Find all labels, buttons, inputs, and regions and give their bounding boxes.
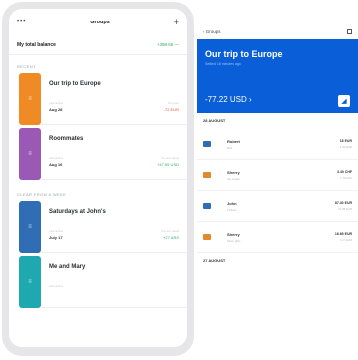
group-date: Aug 28 bbox=[49, 107, 63, 112]
group-name: Saturdays at John's bbox=[49, 209, 106, 215]
group-info: Me and Mary Last active bbox=[41, 256, 187, 308]
group-date-caption: Last active bbox=[49, 156, 64, 160]
group-item[interactable]: ≡ Saturdays at John's Last active July 1… bbox=[9, 201, 187, 253]
group-info: Saturdays at John's Last active July 17 … bbox=[41, 201, 187, 253]
expense-details: Robert Bus bbox=[227, 139, 340, 150]
group-date-caption: Last active bbox=[49, 101, 64, 105]
group-date-block: Last active Aug 28 bbox=[49, 101, 63, 112]
app-showcase: ••• Groups + My total balance +398.56 — … bbox=[0, 0, 358, 360]
expense-category-icon bbox=[203, 172, 211, 178]
group-meta: Last active Aug 28 You owe -72 EUR bbox=[49, 101, 179, 112]
group-value-caption: You owe bbox=[167, 101, 179, 105]
expense-amounts: 87.40 EUR 21.85 EUR bbox=[335, 201, 352, 211]
more-menu-icon[interactable]: ••• bbox=[17, 19, 26, 25]
group-date-block: Last active July 17 bbox=[49, 229, 63, 240]
group-hero-card: Our trip to Europe Settled 18 minutes ag… bbox=[197, 39, 358, 113]
group-item[interactable]: ≡ Roommates Last active Aug 16 You are o… bbox=[9, 128, 187, 180]
section-header-recent: RECENT bbox=[17, 64, 36, 69]
group-subtitle: Settled 18 minutes ago bbox=[205, 62, 241, 66]
expense-share: 1.70 CHF bbox=[340, 176, 352, 180]
group-value-block: You are owed +27 ARS bbox=[161, 229, 179, 240]
detail-topbar: ‹ Groups bbox=[197, 24, 358, 39]
group-info: Roommates Last active Aug 16 You are owe… bbox=[41, 128, 187, 180]
add-group-icon[interactable]: + bbox=[174, 17, 179, 27]
group-meta: Last active bbox=[49, 284, 179, 288]
expense-amounts: 18 EUR 1.50 EUR bbox=[340, 139, 352, 149]
group-color-badge: ≡ bbox=[19, 128, 41, 180]
expense-amount: 3.40 CHF bbox=[337, 170, 352, 174]
section-header-cleared: CLEAR FROM A WEEK bbox=[17, 192, 67, 197]
expense-row[interactable]: Sherry Tasty gifts 16.69 EUR 4.17 EUR bbox=[197, 222, 358, 253]
total-balance-row[interactable]: My total balance +398.56 — bbox=[9, 35, 187, 55]
expense-amount: 18 EUR bbox=[339, 139, 352, 143]
group-date-caption: Last active bbox=[49, 284, 64, 288]
group-date: July 17 bbox=[49, 235, 63, 240]
expense-description: Ice cream bbox=[227, 176, 241, 181]
group-value-block: You are owed +47.95 USD bbox=[157, 156, 179, 167]
group-color-badge: ≡ bbox=[19, 256, 41, 308]
total-balance-label: My total balance bbox=[17, 41, 56, 48]
expense-amounts: 3.40 CHF 1.70 CHF bbox=[337, 170, 352, 180]
expense-description: Tickets bbox=[227, 207, 237, 212]
expense-row[interactable]: John Tickets 87.40 EUR 21.85 EUR bbox=[197, 191, 358, 222]
groups-topbar: ••• Groups + bbox=[9, 9, 187, 35]
group-meta: Last active Aug 16 You are owed +47.95 U… bbox=[49, 156, 179, 167]
group-name: Our trip to Europe bbox=[49, 81, 101, 87]
group-date: Aug 16 bbox=[49, 162, 63, 167]
chart-icon[interactable]: ◢ bbox=[338, 95, 350, 107]
expense-payer: Robert bbox=[227, 138, 240, 144]
group-item[interactable]: ≡ Me and Mary Last active bbox=[9, 256, 187, 308]
expense-share: 21.85 EUR bbox=[338, 207, 352, 211]
expense-share: 4.17 EUR bbox=[339, 238, 352, 242]
date-header: 28 AUGUST bbox=[203, 118, 226, 123]
expense-amounts: 16.69 EUR 4.17 EUR bbox=[335, 232, 352, 242]
total-balance-amount: +398.56 — bbox=[156, 42, 179, 47]
group-value-caption: You are owed bbox=[160, 156, 179, 160]
group-value-block: You owe -72 EUR bbox=[164, 101, 179, 112]
expense-payer: John bbox=[227, 200, 237, 206]
expense-details: Sherry Tasty gifts bbox=[227, 232, 335, 243]
group-detail-screen: ‹ Groups Our trip to Europe Settled 18 m… bbox=[197, 24, 358, 360]
group-balance: -72 EUR bbox=[163, 107, 179, 112]
speaker-slot bbox=[65, 18, 131, 21]
expense-share: 1.50 EUR bbox=[339, 145, 352, 149]
group-date-caption: Last active bbox=[49, 229, 64, 233]
expense-amount: 16.69 EUR bbox=[334, 232, 352, 236]
group-balance: +47.95 USD bbox=[157, 162, 179, 167]
expense-amount: 87.40 EUR bbox=[334, 201, 352, 205]
group-balance: +27 ARS bbox=[163, 235, 179, 240]
expense-description: Bus bbox=[227, 145, 233, 150]
group-name: Roommates bbox=[49, 136, 84, 142]
expense-details: John Tickets bbox=[227, 201, 335, 212]
settings-icon[interactable] bbox=[347, 29, 352, 34]
group-balance-link[interactable]: -77.22 USD › bbox=[205, 95, 252, 104]
expense-category-icon bbox=[203, 141, 211, 147]
group-color-badge: ≡ bbox=[19, 73, 41, 125]
expense-payer: Sherry bbox=[227, 231, 240, 237]
expense-row[interactable]: Robert Bus 18 EUR 1.50 EUR bbox=[197, 129, 358, 160]
expense-description: Tasty gifts bbox=[227, 238, 241, 243]
group-date-block: Last active Aug 16 bbox=[49, 156, 63, 167]
group-item[interactable]: ≡ Our trip to Europe Last active Aug 28 … bbox=[9, 73, 187, 125]
date-header: 27 AUGUST bbox=[203, 258, 226, 263]
group-date-block: Last active bbox=[49, 284, 63, 288]
group-name: Me and Mary bbox=[49, 264, 86, 270]
expense-payer: Sherry bbox=[227, 169, 240, 175]
group-color-badge: ≡ bbox=[19, 201, 41, 253]
group-title: Our trip to Europe bbox=[205, 49, 283, 59]
expense-category-icon bbox=[203, 234, 211, 240]
expense-row[interactable]: Sherry Ice cream 3.40 CHF 1.70 CHF bbox=[197, 160, 358, 191]
group-value-caption: You are owed bbox=[160, 229, 179, 233]
expense-category-icon bbox=[203, 203, 211, 209]
back-button[interactable]: ‹ Groups bbox=[203, 29, 221, 34]
group-meta: Last active July 17 You are owed +27 ARS bbox=[49, 229, 179, 240]
groups-screen: ••• Groups + My total balance +398.56 — … bbox=[9, 9, 187, 347]
group-info: Our trip to Europe Last active Aug 28 Yo… bbox=[41, 73, 187, 125]
expense-details: Sherry Ice cream bbox=[227, 170, 337, 181]
phone-frame-groups: ••• Groups + My total balance +398.56 — … bbox=[2, 2, 194, 356]
